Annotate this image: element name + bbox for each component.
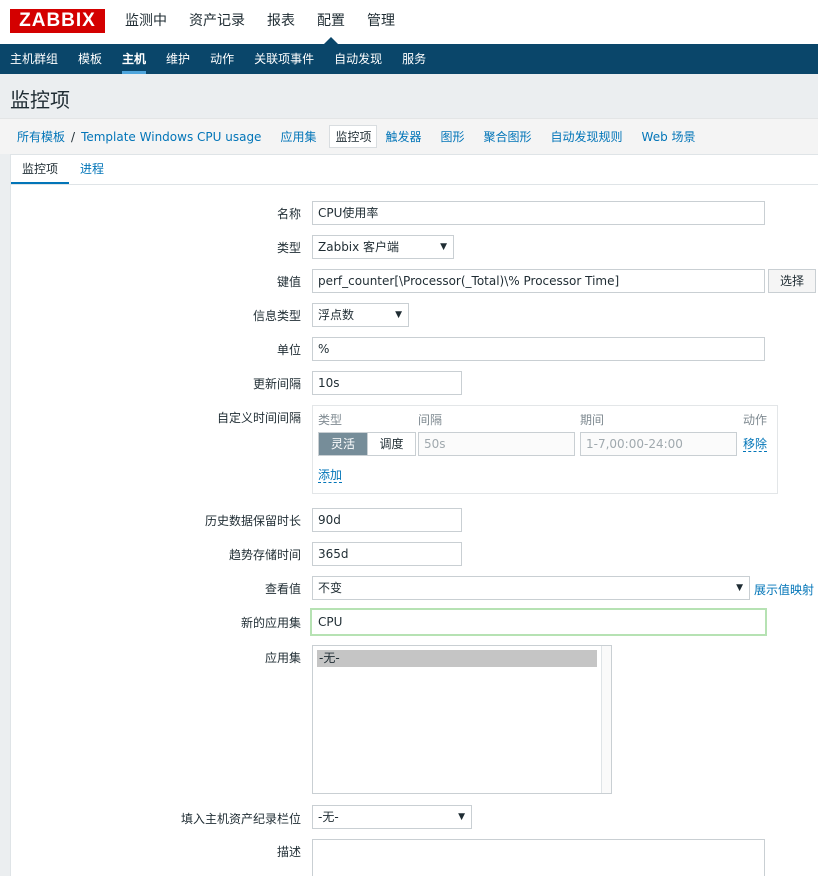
show-value-value: 不变 — [318, 581, 343, 595]
top-nav: 监测中 资产记录 报表 配置 管理 — [114, 0, 406, 44]
info-type-select[interactable]: 浮点数 ▼ — [312, 303, 409, 327]
show-value-label: 查看值 — [264, 582, 301, 596]
type-select-value: Zabbix 客户端 — [318, 240, 400, 254]
subnav-discovery[interactable]: 自动发现 — [324, 44, 392, 74]
breadcrumb-separator: / — [71, 129, 76, 144]
remove-interval-link[interactable]: 移除 — [743, 437, 768, 452]
tab-screens[interactable]: 聚合图形 — [484, 128, 532, 145]
custom-intervals-label: 自定义时间间隔 — [216, 411, 301, 425]
col-action: 动作 — [743, 413, 768, 427]
new-application-input[interactable]: CPU — [310, 608, 767, 636]
name-input[interactable]: CPU使用率 — [312, 201, 765, 225]
tab-discovery-rules[interactable]: 自动发现规则 — [551, 128, 623, 145]
subnav-services[interactable]: 服务 — [392, 44, 436, 74]
topnav-administration[interactable]: 管理 — [356, 0, 406, 44]
select-key-button[interactable]: 选择 — [768, 269, 816, 293]
sub-nav: 主机群组 模板 主机 维护 动作 关联项事件 自动发现 服务 — [0, 44, 818, 74]
subnav-host-groups[interactable]: 主机群组 — [0, 44, 68, 74]
subnav-maintenance[interactable]: 维护 — [156, 44, 200, 74]
topnav-configuration[interactable]: 配置 — [306, 0, 356, 44]
topnav-monitoring[interactable]: 监测中 — [114, 0, 178, 44]
applications-option-none[interactable]: -无- — [317, 650, 597, 667]
tab-triggers[interactable]: 触发器 — [385, 128, 421, 145]
key-label: 键值 — [276, 275, 301, 289]
history-label: 历史数据保留时长 — [204, 514, 301, 528]
key-input[interactable]: perf_counter[\Processor(_Total)\% Proces… — [312, 269, 765, 293]
subnav-actions[interactable]: 动作 — [200, 44, 244, 74]
tab-applications[interactable]: 应用集 — [280, 128, 316, 145]
custom-intervals-table: 类型 间隔 期间 动作 灵活 调度 50s 1-7,00:00-24:00 移除… — [312, 405, 778, 494]
applications-label: 应用集 — [264, 651, 301, 665]
applications-scrollbar[interactable] — [601, 646, 611, 793]
chevron-down-icon: ▼ — [440, 242, 447, 252]
tab-web-scenarios[interactable]: Web 场景 — [642, 128, 696, 145]
breadcrumb-template[interactable]: Template Windows CPU usage — [81, 130, 261, 144]
tab-items[interactable]: 监控项 — [329, 125, 378, 148]
applications-listbox[interactable]: -无- — [312, 645, 612, 794]
units-input[interactable]: % — [312, 337, 765, 361]
topnav-inventory[interactable]: 资产记录 — [178, 0, 256, 44]
trends-input[interactable]: 365d — [312, 542, 462, 566]
description-label: 描述 — [276, 845, 301, 859]
trends-label: 趋势存储时间 — [228, 548, 301, 562]
interval-input[interactable]: 10s — [312, 371, 462, 395]
tab-graphs[interactable]: 图形 — [440, 128, 464, 145]
chevron-down-icon: ▼ — [458, 812, 465, 822]
interval-label: 更新间隔 — [252, 377, 301, 391]
inventory-label: 填入主机资产纪录栏位 — [180, 812, 301, 826]
info-type-label: 信息类型 — [252, 309, 301, 323]
type-select[interactable]: Zabbix 客户端 ▼ — [312, 235, 454, 259]
description-textarea[interactable] — [312, 839, 765, 876]
units-label: 单位 — [276, 343, 301, 357]
item-form: 监控项 进程 名称 CPU使用率 类型 Zabbix 客户端 ▼ 键值 perf… — [10, 154, 818, 876]
add-interval-link[interactable]: 添加 — [318, 468, 343, 483]
form-tabs: 监控项 进程 — [11, 155, 818, 185]
interval-type-toggle: 灵活 调度 — [318, 432, 416, 456]
inventory-value: -无- — [318, 810, 339, 824]
top-bar: ZABBIX 监测中 资产记录 报表 配置 管理 — [0, 0, 818, 44]
show-value-select[interactable]: 不变 ▼ — [312, 576, 750, 600]
info-type-value: 浮点数 — [318, 308, 355, 322]
breadcrumb-all-templates[interactable]: 所有模板 — [17, 128, 65, 145]
col-type: 类型 — [318, 413, 343, 427]
col-period: 期间 — [580, 413, 605, 427]
type-label: 类型 — [276, 241, 301, 255]
subnav-templates[interactable]: 模板 — [68, 44, 112, 74]
col-interval: 间隔 — [418, 413, 443, 427]
form-tab-item[interactable]: 监控项 — [11, 155, 70, 184]
scheduling-option[interactable]: 调度 — [367, 433, 415, 455]
form-tab-preprocessing[interactable]: 进程 — [69, 155, 115, 184]
chevron-down-icon: ▼ — [395, 310, 402, 320]
chevron-down-icon: ▼ — [736, 583, 743, 593]
name-label: 名称 — [276, 207, 301, 221]
zabbix-logo[interactable]: ZABBIX — [10, 9, 105, 33]
history-input[interactable]: 90d — [312, 508, 462, 532]
custom-interval-input[interactable]: 50s — [418, 432, 575, 456]
subnav-hosts[interactable]: 主机 — [112, 44, 156, 74]
new-application-label: 新的应用集 — [240, 616, 301, 630]
flexible-option[interactable]: 灵活 — [319, 433, 367, 455]
breadcrumb: 所有模板 / Template Windows CPU usage 应用集 监控… — [0, 118, 818, 154]
subnav-correlation[interactable]: 关联项事件 — [244, 44, 324, 74]
custom-period-input[interactable]: 1-7,00:00-24:00 — [580, 432, 737, 456]
page-title: 监控项 — [10, 88, 70, 112]
show-value-mapping-link[interactable]: 展示值映射 — [754, 581, 814, 598]
inventory-select[interactable]: -无- ▼ — [312, 805, 472, 829]
topnav-reports[interactable]: 报表 — [256, 0, 306, 44]
